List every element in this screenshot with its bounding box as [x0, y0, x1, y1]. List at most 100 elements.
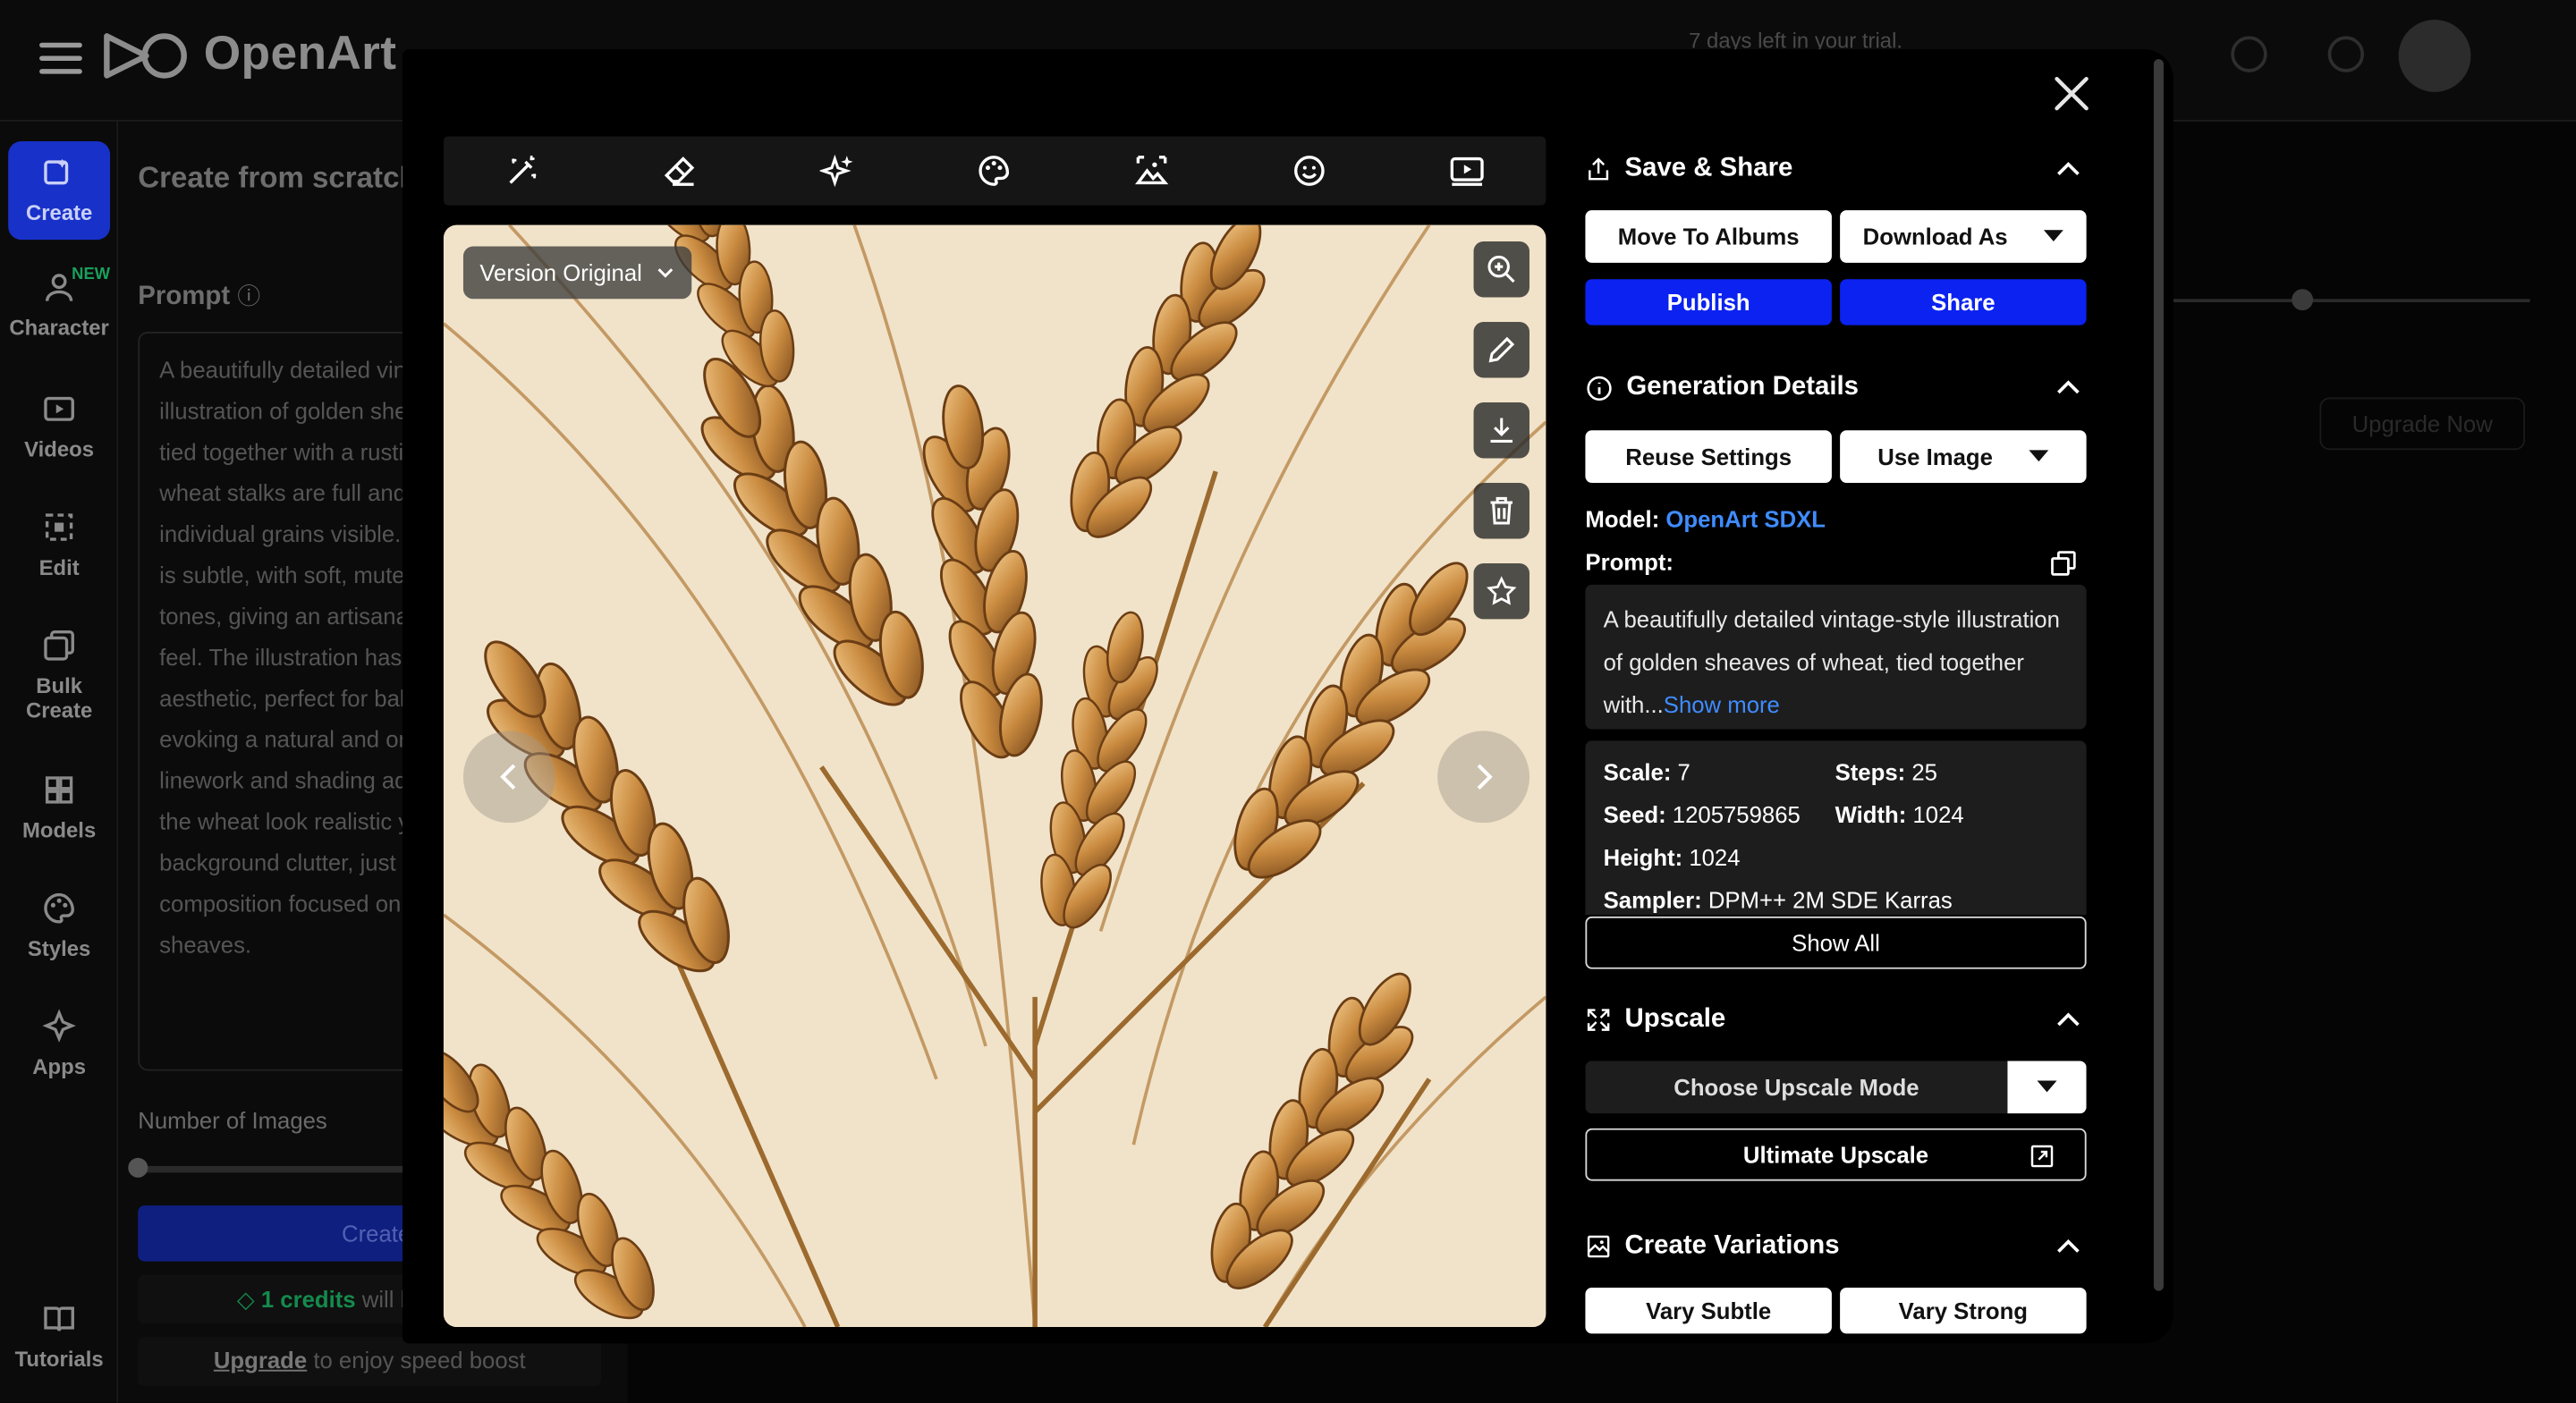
section-title: Save & Share — [1624, 154, 1793, 182]
new-badge: NEW — [72, 266, 111, 284]
share-icon — [1589, 157, 1609, 181]
publish-button[interactable]: Publish — [1585, 279, 1832, 325]
app-name: OpenArt — [203, 28, 397, 80]
bg-slider-track — [2168, 299, 2530, 302]
model-row: Model: OpenArt SDXL — [1585, 505, 1826, 533]
prompt-label: Prompt ⓘ — [138, 282, 261, 311]
enhance-tool[interactable] — [812, 146, 861, 195]
prev-image-button[interactable] — [462, 731, 555, 824]
upgrade-link[interactable]: Upgrade — [214, 1347, 307, 1373]
prompt-label: Prompt: — [1585, 548, 1674, 575]
upgrade-suffix: to enjoy speed boost — [313, 1347, 526, 1373]
chevron-up-icon — [2057, 1012, 2080, 1027]
use-image-button[interactable]: Use Image — [1840, 430, 2087, 483]
image-toolbar — [443, 136, 1546, 206]
hamburger-menu-icon[interactable] — [39, 42, 82, 73]
show-all-button[interactable]: Show All — [1585, 916, 2087, 969]
pencil-icon — [1488, 336, 1515, 363]
copy-icon — [2051, 551, 2076, 576]
generated-image[interactable]: Version Original — [443, 224, 1546, 1328]
create-variations-header[interactable]: Create Variations — [1585, 1227, 2088, 1266]
download-as-button[interactable]: Download As — [1840, 210, 2087, 263]
section-title: Upscale — [1624, 1005, 1726, 1034]
sidebar-item-videos[interactable]: Videos — [8, 391, 110, 473]
model-link[interactable]: OpenArt SDXL — [1665, 506, 1826, 532]
caret-down-icon — [2029, 450, 2049, 462]
sidebar-item-label: Edit — [38, 554, 80, 580]
caret-down-icon — [2037, 1080, 2057, 1093]
bulk-create-icon — [44, 630, 74, 661]
zoom-button[interactable] — [1473, 241, 1530, 298]
apps-icon — [42, 1009, 76, 1043]
sidebar-item-label: Bulk Create — [25, 673, 93, 723]
sidebar-item-create[interactable]: Create — [8, 140, 111, 241]
share-button[interactable]: Share — [1840, 279, 2087, 325]
sidebar-item-label: Create — [25, 200, 93, 225]
sidebar-item-label: Tutorials — [14, 1347, 104, 1372]
move-to-albums-button[interactable]: Move To Albums — [1585, 210, 1832, 263]
tutorials-icon — [44, 1306, 74, 1331]
choose-upscale-mode-button[interactable]: Choose Upscale Mode — [1585, 1061, 2008, 1114]
sampler-param: Sampler: DPM++ 2M SDE Karras — [1603, 886, 1953, 914]
sidebar-item-bulk-create[interactable]: Bulk Create — [8, 628, 110, 733]
expand-tool[interactable] — [1128, 146, 1177, 195]
width-param: Width: 1024 — [1835, 801, 1964, 828]
panel-title: Create from scratch — [138, 160, 418, 194]
chevron-left-icon — [500, 764, 516, 790]
modal-scrollbar[interactable] — [2153, 59, 2164, 1291]
sidebar-item-edit[interactable]: Edit — [8, 509, 110, 591]
download-button[interactable] — [1473, 401, 1530, 459]
favorite-button[interactable] — [1473, 562, 1530, 620]
bg-slider-handle — [2292, 289, 2314, 311]
eraser-tool[interactable] — [655, 146, 704, 195]
section-title: Generation Details — [1626, 372, 1859, 401]
show-more-link[interactable]: Show more — [1664, 691, 1780, 717]
seed-param: Seed: 1205759865 — [1603, 801, 1801, 828]
reuse-settings-button[interactable]: Reuse Settings — [1585, 430, 1832, 483]
vary-subtle-button[interactable]: Vary Subtle — [1585, 1287, 1832, 1334]
style-tool[interactable] — [970, 146, 1019, 195]
upscale-mode-dropdown[interactable] — [2007, 1061, 2087, 1114]
sidebar-item-label: Apps — [32, 1054, 86, 1079]
logo[interactable]: OpenArt — [102, 28, 397, 82]
copy-prompt-button[interactable] — [2048, 548, 2078, 586]
delete-button[interactable] — [1473, 482, 1530, 539]
palette-icon — [979, 156, 1010, 186]
version-dropdown[interactable]: Version Original — [462, 246, 691, 300]
generation-details-header[interactable]: Generation Details — [1585, 368, 2088, 407]
save-share-header[interactable]: Save & Share — [1585, 149, 2088, 189]
models-icon — [45, 776, 73, 804]
magic-wand-tool[interactable] — [497, 146, 547, 195]
discord-icon[interactable] — [2231, 36, 2267, 72]
openart-logo-icon — [104, 32, 187, 78]
chevron-right-icon — [1477, 764, 1493, 790]
video-tool[interactable] — [1443, 146, 1492, 195]
slider-handle[interactable] — [128, 1157, 148, 1178]
info-icon[interactable]: ⓘ — [237, 283, 260, 308]
styles-icon — [44, 892, 74, 924]
edit-button[interactable] — [1473, 321, 1530, 378]
vary-strong-button[interactable]: Vary Strong — [1840, 1287, 2087, 1334]
upscale-header[interactable]: Upscale — [1585, 1001, 2088, 1040]
trash-icon — [1490, 496, 1513, 525]
ultimate-upscale-button[interactable]: Ultimate Upscale — [1585, 1128, 2087, 1181]
next-image-button[interactable] — [1437, 731, 1530, 824]
upscale-mode-select[interactable]: Choose Upscale Mode — [1585, 1061, 2087, 1114]
video-play-icon — [1450, 156, 1484, 186]
generation-params: Scale: 7 Steps: 25 Seed: 1205759865 Widt… — [1585, 740, 2087, 916]
sidebar-item-styles[interactable]: Styles — [8, 890, 110, 972]
sidebar-item-label: Character — [9, 315, 109, 341]
version-label: Version Original — [479, 259, 642, 286]
sidebar-item-tutorials[interactable]: Tutorials — [8, 1301, 110, 1383]
height-param: Height: 1024 — [1603, 844, 1741, 871]
sidebar-item-models[interactable]: Models — [8, 772, 110, 854]
avatar[interactable] — [2398, 20, 2471, 92]
sidebar-item-character[interactable]: NEW Character — [8, 263, 110, 355]
help-icon[interactable] — [2327, 36, 2365, 72]
face-tool[interactable] — [1285, 146, 1335, 195]
magic-wand-icon — [509, 156, 537, 184]
details-panel: Save & Share Move To Albums Download As … — [1585, 49, 2094, 1343]
chevron-up-icon — [2057, 162, 2080, 175]
sidebar-item-apps[interactable]: Apps — [8, 1009, 110, 1091]
image-expand-icon — [1135, 156, 1169, 185]
